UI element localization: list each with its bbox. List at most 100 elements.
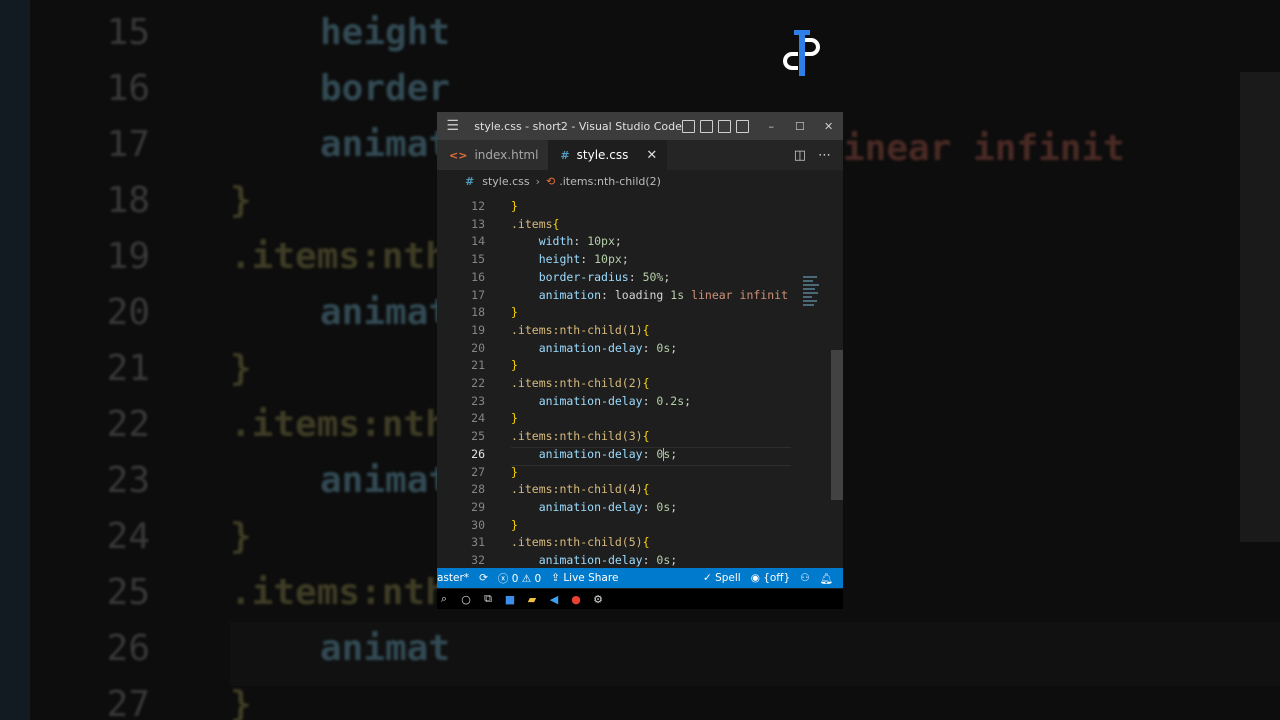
- background-code-fragment: inear infinit: [843, 128, 1125, 169]
- code-token: .items:nth-child(4): [511, 482, 643, 497]
- tab-index-html[interactable]: <> index.html: [437, 140, 549, 170]
- code-editor[interactable]: 12} 13 .items{14 width: 10px; 15 height: 10…: [437, 196, 843, 568]
- sync-icon[interactable]: ⟳: [479, 572, 488, 584]
- code-line[interactable]: 31 .items:nth-child(5){: [437, 534, 649, 552]
- code-line[interactable]: 23 animation-delay: 0.2s;: [437, 393, 691, 411]
- tab-style-css[interactable]: # style.css ✕: [548, 140, 668, 170]
- error-count: 0: [511, 572, 519, 585]
- split-editor-icon[interactable]: ◫: [794, 148, 806, 163]
- git-branch[interactable]: aster*: [437, 572, 469, 584]
- background-code-line: 25 .items:nth: [0, 572, 447, 628]
- breadcrumb-file[interactable]: style.css: [482, 175, 529, 188]
- background-line-number: 16: [106, 68, 150, 109]
- line-number: 29: [471, 499, 485, 514]
- breadcrumb-symbol[interactable]: .items:nth-child(2): [559, 175, 661, 188]
- file-explorer-icon[interactable]: ▰: [525, 592, 539, 606]
- accounts-icon[interactable]: ⚇: [800, 572, 809, 584]
- code-line[interactable]: 20 animation-delay: 0s;: [437, 340, 677, 358]
- code-line[interactable]: 13 .items{: [437, 216, 559, 234]
- code-line[interactable]: 26 animation-delay: 0s;: [437, 446, 677, 464]
- code-token: ;: [684, 393, 692, 408]
- code-token: :: [580, 252, 595, 267]
- chrome-icon[interactable]: ●: [569, 592, 583, 606]
- problems-indicator[interactable]: ⓧ 0 ⚠ 0: [498, 571, 541, 586]
- go-live-button[interactable]: ◉ {off}: [751, 572, 791, 584]
- background-code-line: 21}: [0, 348, 252, 404]
- task-view-icon[interactable]: ⧉: [481, 592, 495, 606]
- code-token: :: [573, 234, 588, 249]
- close-tab-icon[interactable]: ✕: [646, 148, 657, 163]
- code-line[interactable]: 27}: [437, 464, 518, 482]
- vertical-scrollbar[interactable]: [831, 350, 843, 500]
- code-token: {: [552, 216, 560, 231]
- live-share-button[interactable]: ⇪ Live Share: [551, 572, 618, 584]
- minimap[interactable]: [803, 274, 821, 318]
- editor-tabs: <> index.html # style.css ✕ ◫ ⋯: [437, 140, 843, 170]
- background-code-line: 17 animat: [0, 124, 450, 180]
- code-line[interactable]: 25 .items:nth-child(3){: [437, 428, 649, 446]
- code-token: ;: [670, 340, 678, 355]
- code-line[interactable]: 14 width: 10px;: [437, 233, 622, 251]
- background-line-number: 15: [106, 12, 150, 53]
- code-token: ;: [670, 446, 678, 461]
- app-icon[interactable]: ■: [503, 592, 517, 606]
- more-actions-icon[interactable]: ⋯: [818, 148, 831, 163]
- line-number: 24: [471, 411, 485, 426]
- code-token: .items: [511, 216, 553, 231]
- code-line[interactable]: 29 animation-delay: 0s;: [437, 499, 677, 517]
- code-line[interactable]: 18}: [437, 304, 518, 322]
- code-line[interactable]: 24}: [437, 410, 518, 428]
- background-code-line: 23 animat: [0, 460, 450, 516]
- code-line[interactable]: 16 border-radius: 50%;: [437, 269, 670, 287]
- toggle-secondary-sidebar-icon[interactable]: [717, 119, 731, 133]
- code-line[interactable]: 28 .items:nth-child(4){: [437, 481, 649, 499]
- tab-label: index.html: [474, 148, 539, 162]
- spell-label: Spell: [715, 572, 741, 584]
- cortana-icon[interactable]: ○: [459, 592, 473, 606]
- background-code-line: 16 border: [0, 68, 450, 124]
- code-token: animation-delay: [538, 340, 643, 355]
- background-code-line: 18}: [0, 180, 252, 236]
- search-icon[interactable]: ⌕: [437, 592, 451, 606]
- go-live-label: {off}: [763, 572, 791, 584]
- line-number: 16: [471, 269, 485, 284]
- toggle-panel-icon[interactable]: [699, 119, 713, 133]
- code-token: 0s: [656, 340, 671, 355]
- code-token: :: [642, 499, 657, 514]
- code-line[interactable]: 15 height: 10px;: [437, 251, 629, 269]
- code-token: animation-delay: [538, 393, 643, 408]
- code-line[interactable]: 19 .items:nth-child(1){: [437, 322, 649, 340]
- title-bar: ☰ style.css - short2 - Visual Studio Cod…: [437, 112, 843, 140]
- code-token: ;: [614, 234, 622, 249]
- code-line[interactable]: 30}: [437, 517, 518, 535]
- spell-button[interactable]: ✓ Spell: [703, 572, 741, 584]
- settings-icon[interactable]: ⚙: [591, 592, 605, 606]
- background-line-number: 18: [106, 180, 150, 221]
- code-token: {: [642, 376, 650, 390]
- background-line-number: 19: [106, 236, 150, 277]
- close-window-button[interactable]: ✕: [814, 120, 843, 133]
- vscode-window: ☰ style.css - short2 - Visual Studio Cod…: [437, 112, 843, 590]
- code-line[interactable]: 22 .items:nth-child(2){: [437, 375, 650, 393]
- line-number: 21: [471, 358, 485, 373]
- maximize-button[interactable]: ☐: [786, 120, 815, 133]
- background-code-line: 26 animat: [0, 628, 450, 684]
- line-number: 23: [471, 393, 485, 408]
- customize-layout-icon[interactable]: [735, 119, 749, 133]
- code-line[interactable]: 17 animation: loading 1s linear infinit: [437, 287, 788, 305]
- line-number: 18: [471, 305, 485, 320]
- code-line[interactable]: 21}: [437, 357, 518, 375]
- vscode-taskbar-icon[interactable]: ◀: [547, 592, 561, 606]
- warning-count: 0: [534, 572, 542, 585]
- background-line-text: }: [230, 348, 252, 389]
- line-number: 28: [471, 482, 485, 497]
- code-line[interactable]: 12}: [437, 198, 518, 216]
- notifications-bell-icon[interactable]: 🔔︎: [820, 572, 833, 585]
- toggle-primary-sidebar-icon[interactable]: [681, 119, 695, 133]
- minimize-button[interactable]: –: [757, 120, 786, 133]
- menu-icon[interactable]: ☰: [445, 118, 460, 134]
- line-number: 20: [471, 340, 485, 355]
